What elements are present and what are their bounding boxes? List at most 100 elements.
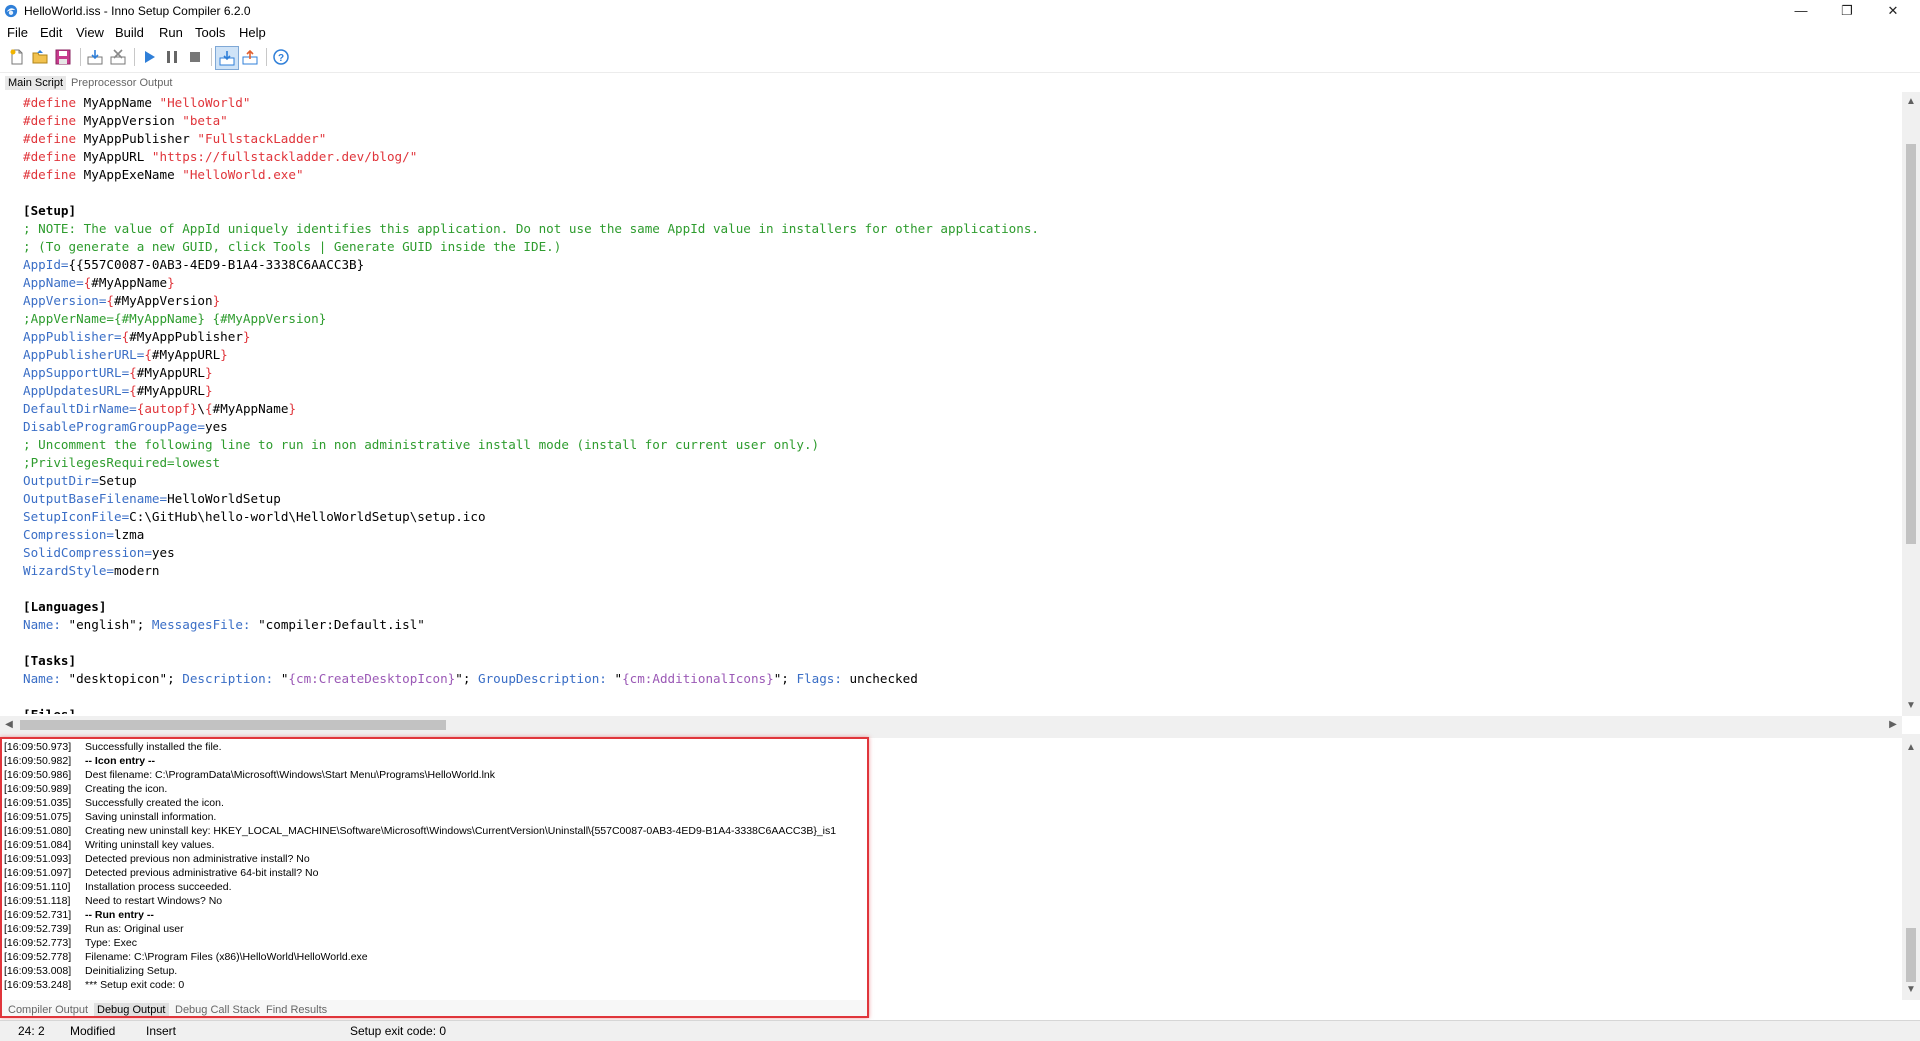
- code-token: [Setup]: [23, 203, 77, 218]
- scroll-right-arrow-icon[interactable]: ▶: [1884, 716, 1902, 734]
- code-line: AppName={#MyAppName}: [23, 274, 175, 292]
- tab-main-script[interactable]: Main Script: [5, 76, 67, 90]
- open-folder-icon[interactable]: [31, 48, 49, 66]
- code-token: =: [144, 545, 152, 560]
- log-message: Filename: C:\Program Files (x86)\HelloWo…: [85, 951, 368, 963]
- code-token: MyAppExeName: [76, 167, 183, 182]
- code-token: #define: [23, 167, 77, 182]
- tab-preprocessor-output[interactable]: Preprocessor Output: [68, 76, 176, 90]
- log-timestamp: [16:09:51.084]: [4, 839, 72, 851]
- code-line: SetupIconFile=C:\GitHub\hello-world\Hell…: [23, 508, 486, 526]
- log-message: Need to restart Windows? No: [85, 895, 223, 907]
- log-timestamp: [16:09:52.739]: [4, 923, 72, 935]
- status-bar: 24: 2 Modified Insert Setup exit code: 0: [0, 1020, 1920, 1041]
- terminate-icon[interactable]: [186, 48, 204, 66]
- scroll-up-arrow-icon[interactable]: ▲: [1902, 740, 1920, 756]
- code-token: =: [106, 527, 114, 542]
- minimize-button[interactable]: —: [1778, 0, 1824, 22]
- code-line: ; NOTE: The value of AppId uniquely iden…: [23, 220, 1039, 238]
- help-icon[interactable]: ?: [272, 48, 290, 66]
- target-setup-icon[interactable]: [215, 46, 239, 70]
- debug-log-line: [16:09:52.773] Type: Exec: [4, 936, 137, 950]
- code-line: AppVersion={#MyAppVersion}: [23, 292, 220, 310]
- log-message: Installation process succeeded.: [85, 881, 232, 893]
- log-timestamp: [16:09:51.110]: [4, 881, 71, 893]
- code-token: =: [114, 329, 122, 344]
- output-vertical-scrollbar[interactable]: ▲ ▼: [1902, 738, 1920, 1000]
- new-file-icon[interactable]: [8, 48, 26, 66]
- code-line: AppPublisherURL={#MyAppURL}: [23, 346, 228, 364]
- code-token: {: [144, 347, 152, 362]
- menu-run[interactable]: Run: [159, 25, 183, 40]
- code-token: lzma: [114, 527, 145, 542]
- debug-log-line: [16:09:51.110] Installation process succe…: [4, 880, 232, 894]
- editor-vertical-scroll-thumb[interactable]: [1906, 144, 1916, 544]
- menu-view[interactable]: View: [76, 25, 104, 40]
- tab-compiler-output[interactable]: Compiler Output: [5, 1003, 91, 1017]
- menu-help[interactable]: Help: [239, 25, 266, 40]
- scroll-down-arrow-icon[interactable]: ▼: [1902, 982, 1920, 998]
- code-line: [Setup]: [23, 202, 76, 220]
- output-vertical-scroll-thumb[interactable]: [1906, 928, 1916, 982]
- code-editor[interactable]: #define MyAppName "HelloWorld" #define My…: [0, 92, 1902, 714]
- save-icon[interactable]: [54, 48, 72, 66]
- editor-vertical-scrollbar[interactable]: ▲ ▼: [1902, 92, 1920, 716]
- code-token: yes: [204, 419, 228, 434]
- code-token: {autopf}: [136, 401, 198, 416]
- scroll-up-arrow-icon[interactable]: ▲: [1902, 94, 1920, 110]
- editor-horizontal-scrollbar[interactable]: ◀ ▶: [0, 716, 1902, 734]
- debug-log-line: [16:09:50.986] Dest filename: C:\ProgramD…: [4, 768, 495, 782]
- menu-build[interactable]: Build: [115, 25, 144, 40]
- editor-horizontal-scroll-thumb[interactable]: [20, 720, 446, 730]
- code-token: ": [606, 671, 623, 686]
- code-token: GroupDescription:: [477, 671, 607, 686]
- code-token: {: [129, 365, 137, 380]
- compile-icon[interactable]: [86, 48, 104, 66]
- menu-bar: File Edit View Build Run Tools Help: [0, 22, 1920, 42]
- menu-file[interactable]: File: [7, 25, 28, 40]
- tab-debug-call-stack[interactable]: Debug Call Stack: [172, 1003, 263, 1017]
- target-uninstall-icon[interactable]: [241, 48, 259, 66]
- tab-debug-output[interactable]: Debug Output: [94, 1003, 169, 1017]
- restore-button[interactable]: ❐: [1824, 0, 1870, 22]
- code-token: {cm:AdditionalIcons}: [622, 671, 774, 686]
- debug-log-line: [16:09:52.739] Run as: Original user: [4, 922, 184, 936]
- code-line: AppId={{557C0087-0AB3-4ED9-B1A4-3338C6AA…: [23, 256, 364, 274]
- debug-output-panel[interactable]: [16:09:50.973] Successfully installed the…: [0, 738, 1902, 996]
- code-token: #MyAppName: [212, 401, 289, 416]
- code-line: Name: "desktopicon"; Description: "{cm:C…: [23, 670, 918, 688]
- code-token: Compression: [23, 527, 107, 542]
- menu-edit[interactable]: Edit: [40, 25, 62, 40]
- tab-find-results[interactable]: Find Results: [263, 1003, 330, 1017]
- code-token: unchecked: [841, 671, 918, 686]
- debug-log-line: [16:09:53.248] *** Setup exit code: 0: [4, 978, 184, 992]
- code-token: AppVersion: [23, 293, 99, 308]
- scroll-down-arrow-icon[interactable]: ▼: [1902, 698, 1920, 714]
- menu-tools[interactable]: Tools: [195, 25, 225, 40]
- stop-compile-icon[interactable]: [109, 48, 127, 66]
- scroll-left-arrow-icon[interactable]: ◀: [0, 716, 18, 734]
- code-token: =: [60, 257, 69, 272]
- run-icon[interactable]: [140, 48, 158, 66]
- code-token: =: [159, 491, 168, 506]
- pause-icon[interactable]: [163, 48, 181, 66]
- code-token: "compiler:Default.isl": [250, 617, 425, 632]
- code-token: [Tasks]: [23, 653, 77, 668]
- code-token: #MyAppName: [91, 275, 168, 290]
- code-token: #define: [23, 113, 77, 128]
- log-message: -- Icon entry --: [85, 755, 155, 767]
- code-token: "english";: [60, 617, 152, 632]
- status-modified: Modified: [70, 1024, 116, 1038]
- log-message: Successfully created the icon.: [85, 797, 224, 809]
- code-token: MyAppVersion: [76, 113, 183, 128]
- debug-log-line: [16:09:52.731] -- Run entry --: [4, 908, 154, 922]
- code-token: MyAppPublisher: [76, 131, 198, 146]
- code-line: Name: "english"; MessagesFile: "compiler…: [23, 616, 425, 634]
- debug-log-line: [16:09:51.097] Detected previous administ…: [4, 866, 318, 880]
- debug-log-line: [16:09:51.093] Detected previous non admi…: [4, 852, 310, 866]
- code-token: "desktopicon";: [60, 671, 183, 686]
- code-line: #define MyAppName "HelloWorld": [23, 94, 250, 112]
- close-button[interactable]: ✕: [1870, 0, 1916, 22]
- log-timestamp: [16:09:52.778]: [4, 951, 72, 963]
- editor-tabs: Main Script Preprocessor Output: [0, 74, 1920, 92]
